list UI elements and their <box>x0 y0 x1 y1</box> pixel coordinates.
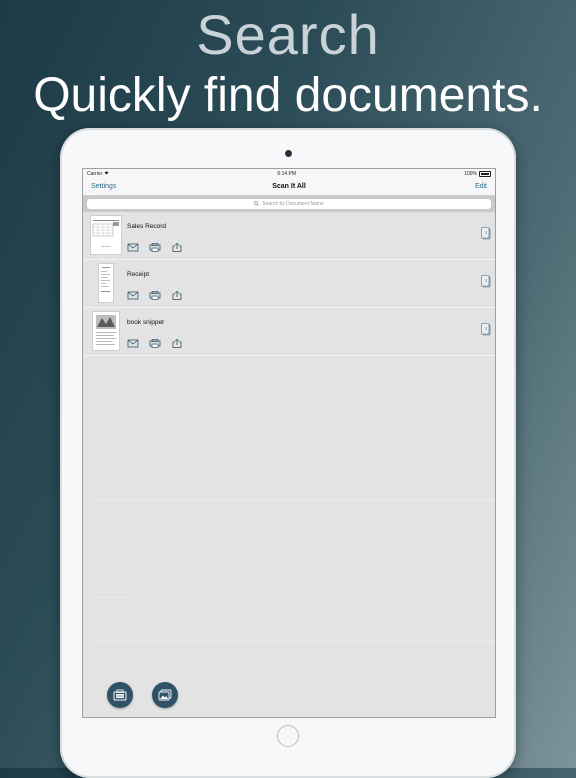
search-placeholder: Search by Document Name <box>262 201 324 207</box>
print-icon[interactable] <box>149 243 161 252</box>
battery-percent: 100% <box>464 171 477 177</box>
search-icon <box>254 200 260 208</box>
share-icon[interactable] <box>171 339 183 348</box>
document-detail-icon[interactable] <box>481 275 491 288</box>
document-name: book snippet <box>127 319 164 326</box>
hero-title: Search <box>196 3 380 66</box>
ipad-device-frame: Carrier 6:14 PM 100% Settings Scan It Al… <box>60 128 516 778</box>
share-icon[interactable] <box>171 243 183 252</box>
print-icon[interactable] <box>149 339 161 348</box>
scan-document-button[interactable] <box>107 682 133 708</box>
document-name: Sales Record <box>127 223 167 230</box>
page-title: Scan It All <box>272 183 306 190</box>
app-screen: Carrier 6:14 PM 100% Settings Scan It Al… <box>82 168 496 718</box>
home-button[interactable] <box>277 725 299 747</box>
import-photo-icon <box>158 689 172 701</box>
list-item[interactable]: book snippet <box>83 308 495 356</box>
edit-button[interactable]: Edit <box>475 183 487 190</box>
carrier-label: Carrier <box>87 171 103 177</box>
battery-icon <box>478 171 491 177</box>
document-thumbnail <box>98 263 114 303</box>
status-bar: Carrier 6:14 PM 100% <box>83 169 495 179</box>
document-thumbnail <box>90 215 122 255</box>
list-item[interactable]: Sales Record <box>83 212 495 260</box>
hero-subtitle: Quickly find documents. <box>33 69 543 122</box>
document-detail-icon[interactable] <box>481 227 491 240</box>
scan-document-icon <box>113 689 127 701</box>
status-time: 6:14 PM <box>277 171 297 177</box>
wifi-icon <box>104 171 109 177</box>
import-photo-button[interactable] <box>152 682 178 708</box>
print-icon[interactable] <box>149 291 161 300</box>
divider <box>95 597 129 598</box>
mail-icon[interactable] <box>127 339 139 348</box>
document-thumbnail <box>92 311 120 351</box>
list-item[interactable]: Receipt <box>83 260 495 308</box>
mail-icon[interactable] <box>127 291 139 300</box>
document-name: Receipt <box>127 271 150 278</box>
mail-icon[interactable] <box>127 243 139 252</box>
document-detail-icon[interactable] <box>481 323 491 336</box>
search-input[interactable]: Search by Document Name <box>87 199 491 209</box>
navigation-bar: Settings Scan It All Edit <box>83 179 495 196</box>
divider <box>95 499 495 500</box>
divider <box>95 641 495 642</box>
search-bar-container: Search by Document Name <box>83 196 495 212</box>
share-icon[interactable] <box>171 291 183 300</box>
front-camera <box>285 150 292 157</box>
